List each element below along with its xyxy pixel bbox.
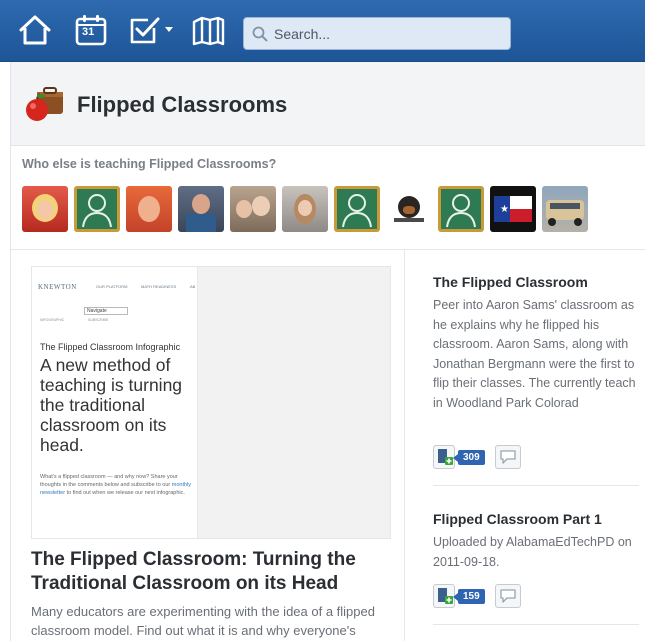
avatar-placeholder[interactable] <box>334 186 380 232</box>
preview-navigate-select: Navigate <box>84 307 128 315</box>
infographic-preview: KNEWTON OUR PLATFORM MATH READINESS AB N… <box>32 267 198 538</box>
add-to-library-button[interactable]: 159 <box>433 584 485 608</box>
who-else-section: Who else is teaching Flipped Classrooms? <box>10 146 645 250</box>
comment-button[interactable] <box>494 584 521 608</box>
resource-actions: 309 <box>433 445 521 469</box>
main-content: KNEWTON OUR PLATFORM MATH READINESS AB N… <box>10 250 645 641</box>
resource-title[interactable]: Flipped Classroom Part 1 <box>433 511 602 527</box>
resource-description: Uploaded by AlabamaEdTechPD on 2011-09-1… <box>433 535 632 569</box>
calendar-day-number: 31 <box>82 26 95 38</box>
avatar[interactable] <box>230 186 276 232</box>
library-icon <box>192 16 225 46</box>
add-book-icon <box>433 445 455 469</box>
avatar[interactable] <box>178 186 224 232</box>
chevron-down-icon <box>164 27 173 32</box>
page-title: Flipped Classrooms <box>77 92 288 117</box>
resource-description: Peer into Aaron Sams' classroom as he ex… <box>433 298 636 410</box>
home-button[interactable] <box>16 12 54 48</box>
apple-briefcase-icon <box>26 87 63 121</box>
article-thumbnail[interactable]: KNEWTON OUR PLATFORM MATH READINESS AB N… <box>31 266 391 539</box>
preview-nav-item: OUR PLATFORM <box>96 284 128 289</box>
avatar[interactable] <box>126 186 172 232</box>
tasks-icon <box>130 17 159 44</box>
avatar[interactable] <box>22 186 68 232</box>
divider <box>433 485 639 486</box>
comment-icon <box>500 450 516 464</box>
library-button[interactable] <box>189 12 227 48</box>
avatar-placeholder[interactable] <box>438 186 484 232</box>
knewton-logo: KNEWTON <box>38 283 77 291</box>
home-icon <box>19 15 51 45</box>
comment-button[interactable] <box>494 445 521 469</box>
search-icon <box>252 26 268 42</box>
resource-actions: 159 <box>433 584 521 608</box>
article-title[interactable]: The Flipped Classroom: Turning the Tradi… <box>31 548 391 596</box>
page-header: Flipped Classrooms <box>10 62 645 146</box>
related-resources: The Flipped Classroom Peer into Aaron Sa… <box>433 250 645 641</box>
add-count-badge: 159 <box>453 588 485 604</box>
article-description: Many educators are experimenting with th… <box>31 604 375 638</box>
preview-headline: A new method of teaching is turning the … <box>40 355 183 455</box>
preview-nav-item: MATH READINESS <box>141 284 177 289</box>
search-input[interactable] <box>274 25 494 42</box>
resource-title[interactable]: The Flipped Classroom <box>433 274 588 290</box>
preview-subtitle: The Flipped Classroom Infographic <box>40 342 181 352</box>
avatar[interactable] <box>282 186 328 232</box>
add-to-library-button[interactable]: 309 <box>433 445 485 469</box>
preview-body: What's a flipped classroom — and why now… <box>40 474 192 496</box>
tasks-menu-button[interactable] <box>126 12 174 48</box>
avatar[interactable]: ★ <box>490 186 536 232</box>
search-box[interactable] <box>243 17 511 50</box>
preview-tab: SUBSCRIBE <box>88 318 109 322</box>
divider <box>433 624 639 625</box>
add-count-badge: 309 <box>453 449 485 465</box>
featured-article: KNEWTON OUR PLATFORM MATH READINESS AB N… <box>11 250 405 641</box>
avatar-placeholder[interactable] <box>74 186 120 232</box>
add-book-icon <box>433 584 455 608</box>
avatar-list: ★ <box>22 186 588 232</box>
preview-nav-item: AB <box>190 284 196 289</box>
comment-icon <box>500 589 516 603</box>
who-else-label: Who else is teaching Flipped Classrooms? <box>22 157 277 171</box>
top-navigation-bar: 31 <box>0 0 645 62</box>
avatar[interactable] <box>542 186 588 232</box>
calendar-button[interactable]: 31 <box>73 12 109 48</box>
avatar[interactable] <box>386 186 432 232</box>
preview-tab: INFOGRAPHIC <box>40 318 65 322</box>
